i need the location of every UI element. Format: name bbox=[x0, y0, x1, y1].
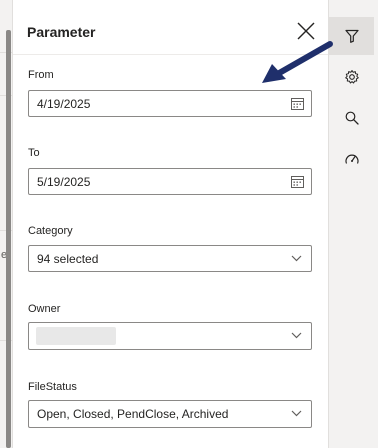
category-dropdown[interactable]: 94 selected bbox=[28, 245, 312, 272]
to-date-input[interactable]: 5/19/2025 bbox=[28, 168, 312, 195]
filestatus-dropdown[interactable]: Open, Closed, PendClose, Archived bbox=[28, 400, 312, 428]
search-icon bbox=[345, 111, 359, 125]
pane-title: Parameter bbox=[27, 24, 96, 40]
category-value: 94 selected bbox=[37, 252, 99, 266]
background-report-strip: e bbox=[0, 0, 12, 448]
to-date-value: 5/19/2025 bbox=[37, 175, 91, 189]
chevron-down-icon bbox=[291, 410, 302, 417]
filestatus-value: Open, Closed, PendClose, Archived bbox=[37, 407, 229, 421]
owner-label: Owner bbox=[28, 303, 61, 315]
from-date-input[interactable]: 4/19/2025 bbox=[28, 90, 312, 117]
category-label: Category bbox=[28, 225, 73, 237]
settings-icon bbox=[344, 70, 359, 84]
performance-pane-button[interactable] bbox=[329, 140, 374, 178]
calendar-icon[interactable] bbox=[291, 176, 304, 188]
chevron-down-icon bbox=[291, 332, 302, 339]
search-pane-button[interactable] bbox=[329, 99, 374, 137]
calendar-icon[interactable] bbox=[291, 98, 304, 110]
from-label: From bbox=[28, 69, 54, 81]
scrollbar[interactable] bbox=[6, 30, 11, 448]
from-date-value: 4/19/2025 bbox=[37, 97, 91, 111]
filter-icon bbox=[344, 29, 359, 43]
owner-dropdown[interactable] bbox=[28, 322, 312, 350]
to-label: To bbox=[28, 147, 40, 159]
chevron-down-icon bbox=[291, 255, 302, 262]
annotation-arrow-icon bbox=[262, 41, 333, 83]
performance-icon bbox=[344, 154, 359, 164]
filestatus-label: FileStatus bbox=[28, 381, 77, 393]
owner-redacted-value bbox=[36, 327, 116, 345]
